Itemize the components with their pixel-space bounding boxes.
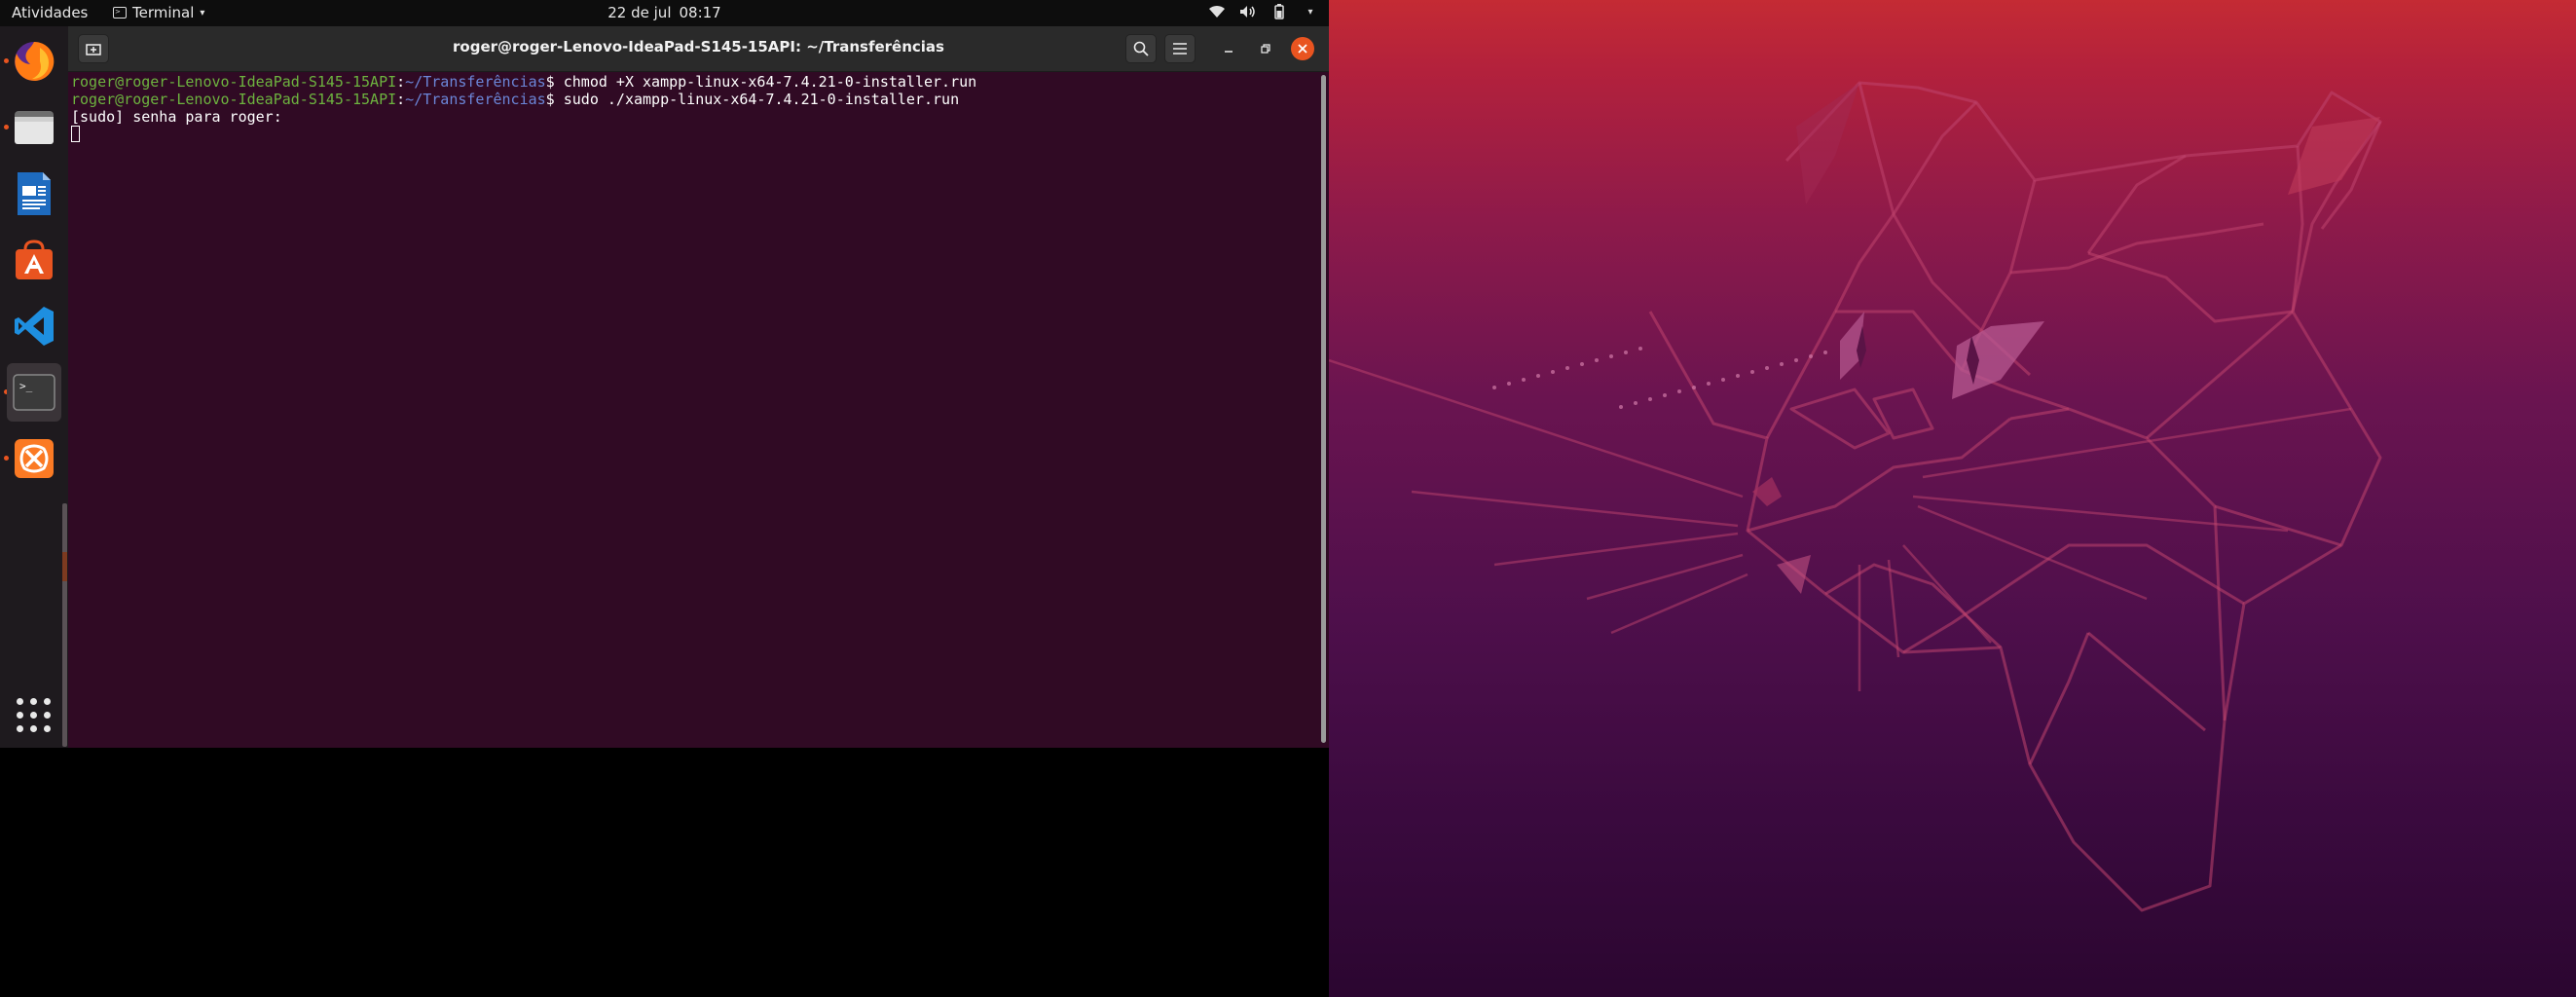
- clock-time: 08:17: [679, 4, 721, 21]
- dock-firefox[interactable]: [7, 32, 61, 91]
- restore-icon: [1261, 44, 1270, 54]
- search-button[interactable]: [1125, 34, 1157, 63]
- terminal-icon: >_: [13, 374, 55, 411]
- battery-icon: [1270, 3, 1288, 20]
- menu-button[interactable]: [1164, 34, 1196, 63]
- software-icon: [16, 240, 53, 279]
- dock-files[interactable]: [7, 98, 61, 157]
- close-button[interactable]: [1291, 37, 1314, 60]
- terminal-line: roger@roger-Lenovo-IdeaPad-S145-15API:~/…: [71, 73, 977, 91]
- files-icon: [15, 111, 54, 144]
- minimize-button[interactable]: [1217, 37, 1240, 60]
- close-icon: [1298, 44, 1307, 54]
- prompt-path: ~/Transferências: [405, 73, 546, 91]
- dock: >_: [0, 26, 68, 748]
- system-tray[interactable]: ▾: [1208, 3, 1319, 20]
- terminal-output[interactable]: roger@roger-Lenovo-IdeaPad-S145-15API:~/…: [71, 73, 1317, 745]
- left-monitor: Atividades > Terminal ▾ 22 de jul 08:17 ▾: [0, 0, 1329, 748]
- terminal-line: roger@roger-Lenovo-IdeaPad-S145-15API:~/…: [71, 91, 960, 108]
- dock-software[interactable]: [7, 231, 61, 289]
- text-cursor: [71, 126, 80, 142]
- desktop-wallpaper: [1329, 0, 2576, 997]
- top-bar: Atividades > Terminal ▾ 22 de jul 08:17 ▾: [0, 0, 1329, 26]
- svg-text:>_: >_: [19, 380, 33, 392]
- unused-screen-area: [0, 748, 1329, 997]
- writer-icon: [18, 172, 51, 215]
- focal-fossa-cat-illustration: [1329, 81, 2382, 912]
- hamburger-menu-icon: [1173, 43, 1187, 55]
- clock[interactable]: 22 de jul 08:17: [0, 4, 1329, 21]
- wifi-icon: [1208, 3, 1226, 20]
- firefox-icon: [15, 41, 55, 81]
- show-applications-button[interactable]: [17, 698, 52, 733]
- command-text: chmod +X xampp-linux-x64-7.4.21-0-instal…: [563, 73, 977, 91]
- sudo-prompt: [sudo] senha para roger:: [71, 108, 282, 126]
- dock-scrollbar[interactable]: [62, 503, 67, 747]
- command-text: sudo ./xampp-linux-x64-7.4.21-0-installe…: [563, 91, 960, 108]
- dock-vscode[interactable]: [7, 297, 61, 355]
- search-icon: [1133, 41, 1149, 56]
- volume-icon: [1239, 3, 1257, 20]
- terminal-window[interactable]: roger@roger-Lenovo-IdeaPad-S145-15API: ~…: [68, 26, 1329, 748]
- terminal-titlebar[interactable]: roger@roger-Lenovo-IdeaPad-S145-15API: ~…: [68, 26, 1329, 72]
- prompt-user: roger@roger-Lenovo-IdeaPad-S145-15API: [71, 73, 397, 91]
- prompt-path: ~/Transferências: [405, 91, 546, 108]
- clock-date: 22 de jul: [607, 4, 672, 21]
- minimize-icon: [1225, 51, 1233, 53]
- restore-button[interactable]: [1254, 37, 1277, 60]
- dock-xampp[interactable]: [7, 429, 61, 488]
- prompt-user: roger@roger-Lenovo-IdeaPad-S145-15API: [71, 91, 397, 108]
- dock-writer[interactable]: [7, 165, 61, 223]
- xampp-icon: [15, 439, 54, 478]
- system-menu-chevron-icon: ▾: [1307, 6, 1313, 18]
- vscode-icon: [15, 307, 54, 346]
- terminal-scrollbar[interactable]: [1321, 75, 1326, 743]
- cursor-line: [71, 126, 1317, 143]
- dock-terminal[interactable]: >_: [7, 363, 61, 422]
